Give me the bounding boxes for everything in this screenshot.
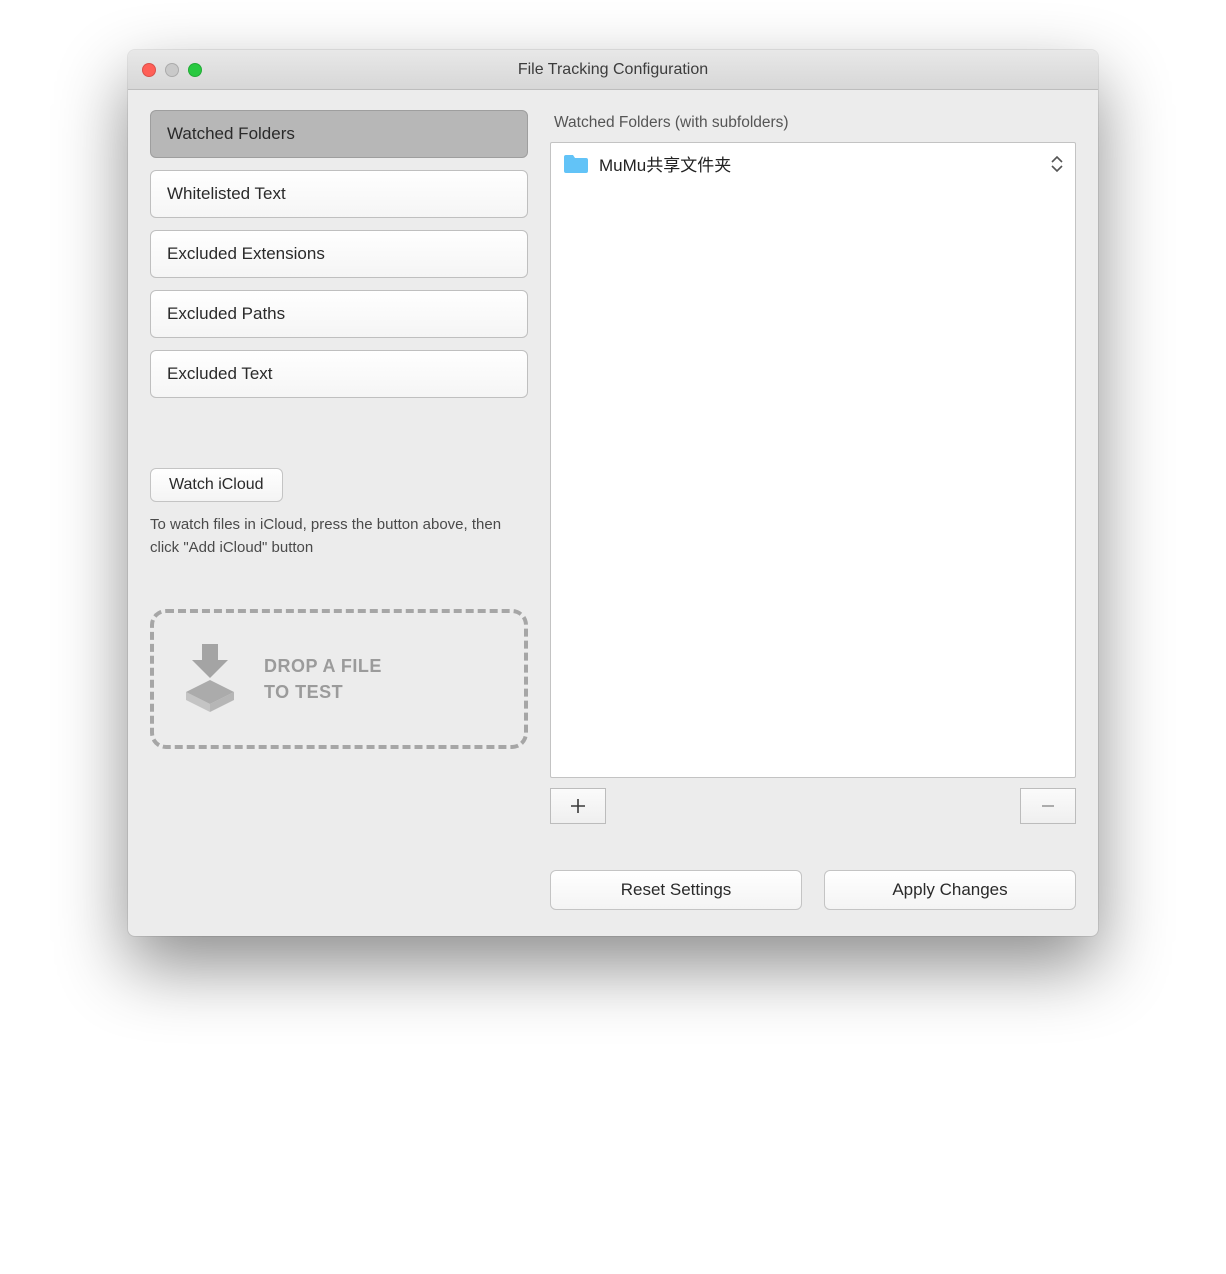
watch-icloud-button[interactable]: Watch iCloud: [150, 468, 283, 502]
window-content: Watched Folders Whitelisted Text Exclude…: [128, 90, 1098, 936]
tab-label: Excluded Text: [167, 364, 273, 384]
tab-label: Whitelisted Text: [167, 184, 286, 204]
apply-changes-button[interactable]: Apply Changes: [824, 870, 1076, 910]
tab-excluded-text[interactable]: Excluded Text: [150, 350, 528, 398]
folder-icon: [563, 154, 589, 174]
drop-zone-label: DROP A FILE TO TEST: [264, 653, 382, 705]
file-drop-zone[interactable]: DROP A FILE TO TEST: [150, 609, 528, 749]
reset-settings-button[interactable]: Reset Settings: [550, 870, 802, 910]
tab-excluded-extensions[interactable]: Excluded Extensions: [150, 230, 528, 278]
drop-zone-line2: TO TEST: [264, 682, 343, 702]
chevron-up-icon: [1051, 155, 1063, 163]
list-add-remove-bar: [550, 788, 1076, 824]
minimize-window-button[interactable]: [165, 63, 179, 77]
right-column: Watched Folders (with subfolders) MuMu共享…: [550, 110, 1076, 910]
titlebar: File Tracking Configuration: [128, 50, 1098, 90]
watched-folders-list[interactable]: MuMu共享文件夹: [550, 142, 1076, 778]
action-buttons: Reset Settings Apply Changes: [550, 870, 1076, 910]
panel-header: Watched Folders (with subfolders): [550, 110, 1076, 142]
tab-label: Watched Folders: [167, 124, 295, 144]
section-tabs: Watched Folders Whitelisted Text Exclude…: [150, 110, 528, 398]
left-column: Watched Folders Whitelisted Text Exclude…: [150, 110, 528, 910]
plus-icon: [570, 798, 586, 814]
window-title: File Tracking Configuration: [128, 61, 1098, 79]
traffic-lights: [128, 63, 202, 77]
add-folder-button[interactable]: [550, 788, 606, 824]
tab-excluded-paths[interactable]: Excluded Paths: [150, 290, 528, 338]
icloud-hint-text: To watch files in iCloud, press the butt…: [150, 514, 528, 559]
tab-watched-folders[interactable]: Watched Folders: [150, 110, 528, 158]
tab-label: Excluded Paths: [167, 304, 285, 324]
tab-label: Excluded Extensions: [167, 244, 325, 264]
remove-folder-button[interactable]: [1020, 788, 1076, 824]
minus-icon: [1040, 798, 1056, 814]
drop-zone-line1: DROP A FILE: [264, 656, 382, 676]
list-item-label: MuMu共享文件夹: [599, 151, 731, 176]
chevron-down-icon: [1051, 165, 1063, 173]
close-window-button[interactable]: [142, 63, 156, 77]
tab-whitelisted-text[interactable]: Whitelisted Text: [150, 170, 528, 218]
list-item[interactable]: MuMu共享文件夹: [551, 143, 1075, 184]
drop-file-icon: [182, 642, 238, 717]
window: File Tracking Configuration Watched Fold…: [128, 50, 1098, 936]
zoom-window-button[interactable]: [188, 63, 202, 77]
icloud-section: Watch iCloud To watch files in iCloud, p…: [150, 468, 528, 559]
list-scroll-stepper[interactable]: [1051, 153, 1065, 175]
